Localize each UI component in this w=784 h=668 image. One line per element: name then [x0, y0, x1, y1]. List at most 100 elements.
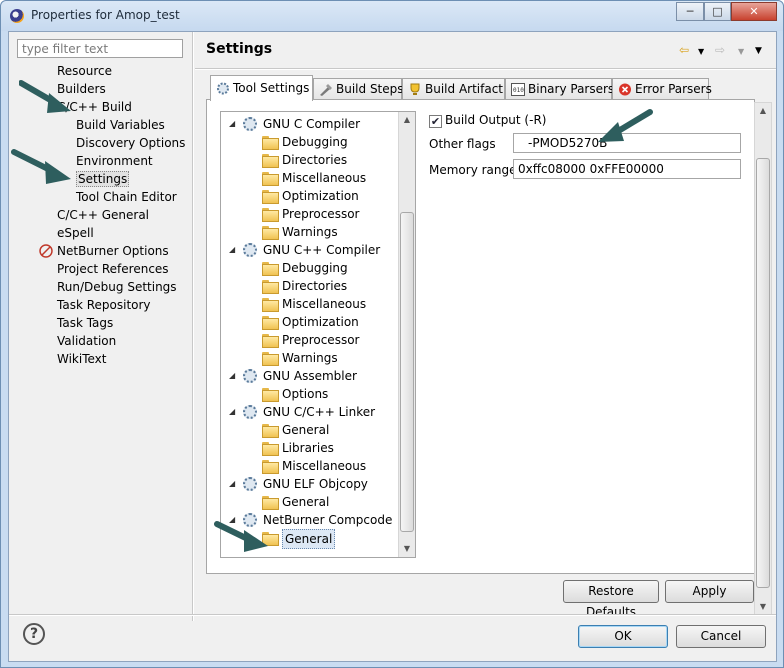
binary-parsers-icon: 010 [511, 83, 525, 96]
back-arrow-icon[interactable]: ⇦ [679, 43, 689, 57]
close-icon: ✕ [749, 5, 759, 18]
dialog-client: type filter text Resource Builders C/C++ B… [8, 31, 777, 662]
nav-item-label: Environment [76, 154, 153, 168]
maximize-icon: □ [712, 5, 723, 18]
scroll-thumb[interactable] [400, 212, 414, 532]
nav-item-settings[interactable]: Settings [76, 170, 130, 188]
scroll-up-icon[interactable]: ▲ [399, 112, 415, 128]
tool-gear-icon [243, 243, 257, 257]
collapse-icon[interactable]: ◢ [229, 246, 237, 254]
tab-tool-settings[interactable]: Tool Settings [210, 75, 313, 101]
tree-item-label: Libraries [282, 441, 334, 455]
minimize-button[interactable]: ─ [676, 2, 704, 21]
tree-group-label: GNU ELF Objcopy [263, 477, 368, 491]
collapse-icon[interactable]: ◢ [229, 408, 237, 416]
tree-item-label: Miscellaneous [282, 459, 367, 473]
folder-icon [262, 208, 279, 222]
tree-group-label: GNU C++ Compiler [263, 243, 381, 257]
folder-icon [262, 226, 279, 240]
page-scroll-down-icon[interactable]: ▼ [755, 599, 771, 615]
filter-input[interactable]: type filter text [17, 39, 183, 58]
tree-item-label: General [282, 495, 330, 509]
tab-error-parsers[interactable]: Error Parsers [612, 78, 712, 100]
cancel-button[interactable]: Cancel [676, 625, 766, 648]
page-scroll-up-icon[interactable]: ▲ [755, 103, 771, 119]
tree-item-label: Debugging [282, 135, 348, 149]
title-bar[interactable]: Properties for Amop_test ─ □ ✕ [1, 1, 783, 31]
nav-item-wikitext[interactable]: WikiText [57, 350, 107, 368]
folder-icon [262, 262, 279, 276]
folder-icon [262, 190, 279, 204]
minimize-icon: ─ [686, 5, 694, 18]
annotation-arrow-icon [598, 109, 653, 142]
tree-scrollbar[interactable]: ▲ ▼ [398, 112, 415, 557]
tool-settings-panel: ◢ GNU C Compiler Debugging Directories Misce… [206, 99, 755, 574]
tool-gear-icon [243, 117, 257, 131]
tab-build-artifact[interactable]: Build Artifact [402, 78, 505, 100]
tab-build-steps[interactable]: Build Steps [313, 78, 404, 100]
tree-item-label: Warnings [282, 225, 338, 239]
scroll-down-icon[interactable]: ▼ [399, 541, 415, 557]
footer-separator [9, 614, 776, 616]
tool-gear-icon [243, 405, 257, 419]
nav-item-tool-chain-editor[interactable]: Tool Chain Editor [76, 188, 177, 206]
maximize-button[interactable]: □ [704, 2, 731, 21]
folder-icon [262, 388, 279, 402]
nav-item-task-tags[interactable]: Task Tags [57, 314, 113, 332]
collapse-icon[interactable]: ◢ [229, 120, 237, 128]
nav-item-label: Resource [57, 64, 113, 78]
folder-icon [262, 424, 279, 438]
build-output-label: Build Output (-R) [445, 113, 547, 127]
tree-group-label: NetBurner Compcode [263, 513, 393, 527]
tree-group-label: GNU C Compiler [263, 117, 361, 131]
page-scrollbar[interactable]: ▲ ▼ [754, 102, 772, 616]
collapse-icon[interactable]: ◢ [229, 480, 237, 488]
page-scroll-thumb[interactable] [756, 158, 770, 588]
tree-item-label: Preprocessor [282, 207, 360, 221]
nav-item-netburner-options[interactable]: NetBurner Options [57, 242, 169, 260]
nav-item-espell[interactable]: eSpell [57, 224, 94, 242]
nav-item-environment[interactable]: Environment [76, 152, 153, 170]
help-icon[interactable]: ? [23, 623, 45, 645]
tab-label: Binary Parsers [528, 82, 615, 96]
window-title: Properties for Amop_test [31, 8, 180, 22]
tool-settings-icon [217, 82, 229, 95]
close-button[interactable]: ✕ [731, 2, 777, 21]
nav-item-discovery-options[interactable]: Discovery Options [76, 134, 185, 152]
ok-button[interactable]: OK [578, 625, 668, 648]
netburner-icon [39, 244, 53, 258]
apply-button[interactable]: Apply [665, 580, 754, 603]
folder-icon [262, 298, 279, 312]
build-steps-icon [320, 84, 332, 96]
nav-item-label: Settings [76, 171, 130, 187]
nav-item-c-c-general[interactable]: C/C++ General [57, 206, 149, 224]
build-output-checkbox[interactable]: ✔ [429, 115, 442, 128]
collapse-icon[interactable]: ◢ [229, 372, 237, 380]
nav-item-task-repository[interactable]: Task Repository [57, 296, 151, 314]
folder-icon [262, 172, 279, 186]
annotation-arrow-icon [214, 521, 268, 552]
nav-item-build-variables[interactable]: Build Variables [76, 116, 165, 134]
folder-icon [262, 352, 279, 366]
forward-arrow-icon[interactable]: ⇨ [715, 43, 725, 57]
tree-item-label: Optimization [282, 315, 359, 329]
memory-range-field[interactable]: 0xffc08000 0xFFE00000 [513, 159, 741, 179]
nav-item-run-debug-settings[interactable]: Run/Debug Settings [57, 278, 177, 296]
tree-item-label: Optimization [282, 189, 359, 203]
forward-dropdown-icon[interactable]: ▼ [738, 47, 744, 56]
nav-item-validation[interactable]: Validation [57, 332, 116, 350]
restore-defaults-button[interactable]: Restore Defaults [563, 580, 659, 619]
back-dropdown-icon[interactable]: ▼ [698, 47, 704, 56]
folder-icon [262, 334, 279, 348]
tree-item-label: Directories [282, 153, 348, 167]
nav-item-label: Project References [57, 262, 169, 276]
nav-item-project-references[interactable]: Project References [57, 260, 169, 278]
tree-group-label: GNU C/C++ Linker [263, 405, 376, 419]
view-menu-icon[interactable]: ▼ [755, 46, 762, 56]
tab-binary-parsers[interactable]: 010 Binary Parsers [505, 78, 615, 100]
nav-item-label: Tool Chain Editor [76, 190, 177, 204]
tab-label: Tool Settings [233, 81, 310, 95]
tree-item-label: Debugging [282, 261, 348, 275]
tree-item-label: Preprocessor [282, 333, 360, 347]
tree-item-label: Warnings [282, 351, 338, 365]
